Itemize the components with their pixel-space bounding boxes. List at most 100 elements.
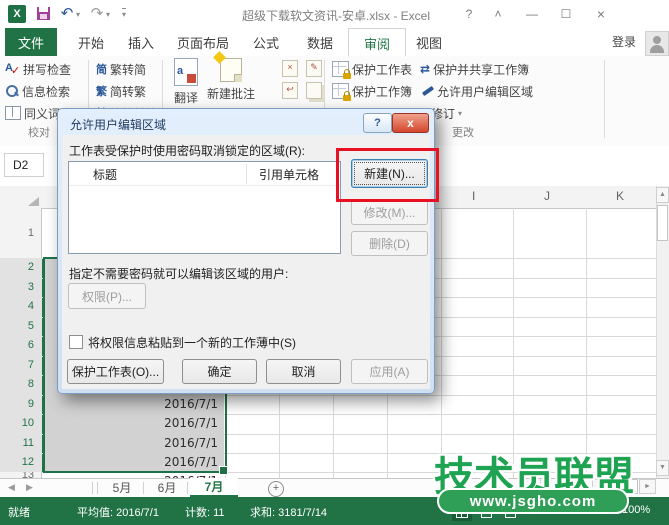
undo-dropdown-icon[interactable]: ▾ — [76, 10, 80, 19]
qat-customize-icon[interactable]: ▾ — [122, 8, 126, 19]
list-header-rule — [69, 185, 340, 186]
row-header-1[interactable]: 1 — [0, 208, 42, 258]
gridline — [513, 208, 514, 478]
translate-button[interactable]: a 翻译 — [166, 58, 206, 106]
list-col-title: 标题 — [93, 166, 117, 183]
gridline — [586, 208, 587, 478]
list-column-divider — [246, 164, 247, 184]
redo-icon[interactable]: ↷ — [88, 5, 106, 23]
redo-dropdown-icon[interactable]: ▾ — [106, 10, 110, 19]
help-icon[interactable]: ? — [458, 6, 480, 22]
book-icon — [5, 106, 21, 120]
scroll-right-icon[interactable]: ► — [639, 479, 656, 494]
tab-7[interactable]: 视图 — [408, 28, 450, 56]
row-header-12[interactable]: 12 — [0, 453, 43, 472]
protect-share-workbook-button[interactable]: ⇄ 保护并共享工作簿 — [420, 60, 529, 78]
excel-logo-icon: X — [8, 5, 26, 23]
row-header-9[interactable]: 9 — [0, 395, 43, 414]
protect-sheet-dialog-button[interactable]: 保护工作表(O)... — [67, 359, 164, 384]
minimize-icon[interactable]: — — [521, 6, 543, 22]
modify-range-button[interactable]: 修改(M)... — [351, 200, 428, 225]
sheet-tab-3-active[interactable]: 7月 — [190, 478, 238, 497]
dialog-help-icon[interactable]: ? — [363, 113, 392, 133]
permissions-button[interactable]: 权限(P)... — [68, 283, 146, 309]
ranges-list[interactable]: 标题 引用单元格 — [68, 161, 341, 254]
vertical-scroll-thumb[interactable] — [657, 205, 668, 241]
select-all-corner[interactable] — [28, 197, 39, 206]
allow-edit-ranges-button[interactable]: 允许用户编辑区域 — [420, 82, 533, 100]
sheet-tab-1[interactable]: 5月 — [100, 478, 144, 497]
title-bar: X ↶ ▾ ↷ ▾ ▾ 超级下载软文资讯-安卓.xlsx - Excel ? ˄… — [0, 0, 669, 28]
tab-3[interactable]: 页面布局 — [170, 28, 236, 56]
delete-range-button[interactable]: 删除(D) — [351, 231, 428, 256]
row-header-3[interactable]: 3 — [0, 278, 43, 297]
protect-sheet-icon — [332, 61, 349, 77]
show-comments-icon[interactable] — [306, 82, 322, 99]
scroll-up-icon[interactable]: ▲ — [656, 187, 669, 203]
row-header-10[interactable]: 10 — [0, 414, 43, 434]
fill-handle[interactable] — [219, 466, 228, 475]
tab-separator — [97, 482, 98, 494]
previous-comment-icon[interactable]: ↩ — [282, 82, 298, 99]
cancel-button[interactable]: 取消 — [266, 359, 341, 384]
spelling-icon: A✓ — [5, 62, 20, 76]
annotation-highlight-box — [336, 148, 439, 202]
close-icon[interactable]: × — [590, 6, 612, 22]
share-workbook-icon: ⇄ — [420, 62, 430, 76]
row-header-11[interactable]: 11 — [0, 434, 43, 453]
row-header-7[interactable]: 7 — [0, 356, 43, 375]
dialog-title: 允许用户编辑区域 — [70, 116, 166, 133]
ribbon-options-icon[interactable]: ˄ — [487, 6, 509, 22]
checkbox-label: 将权限信息粘贴到一个新的工作薄中(S) — [88, 334, 296, 351]
column-header-K[interactable]: K — [616, 189, 624, 203]
maximize-icon[interactable]: ☐ — [555, 6, 577, 22]
sign-in-link[interactable]: 登录 — [612, 33, 636, 50]
search-icon — [5, 84, 19, 98]
row-header-5[interactable]: 5 — [0, 317, 43, 336]
spelling-check-button[interactable]: A✓ 拼写检查 — [5, 60, 71, 78]
protect-workbook-button[interactable]: 保护工作簿 — [332, 82, 412, 100]
research-button[interactable]: 信息检索 — [5, 82, 70, 100]
tab-6-active[interactable]: 审阅 — [348, 28, 406, 57]
scroll-down-icon[interactable]: ▼ — [656, 460, 669, 476]
tab-2[interactable]: 插入 — [120, 28, 162, 56]
trad-to-simp-button[interactable]: 简 繁转简 — [96, 60, 146, 78]
add-sheet-icon[interactable]: + — [268, 481, 284, 497]
delete-comment-icon[interactable]: × — [282, 60, 298, 77]
paste-permissions-checkbox[interactable] — [69, 335, 83, 349]
excel-window: X ↶ ▾ ↷ ▾ ▾ 超级下载软文资讯-安卓.xlsx - Excel ? ˄… — [0, 0, 669, 525]
group-divider — [604, 60, 605, 138]
tab-5[interactable]: 数据 — [299, 28, 341, 56]
translate-icon: a — [174, 58, 198, 86]
simp-to-trad-button[interactable]: 繁 简转繁 — [96, 82, 146, 100]
sheet-next-icon[interactable]: ▶ — [26, 482, 33, 493]
ok-button[interactable]: 确定 — [182, 359, 257, 384]
sheet-tab-2[interactable]: 6月 — [146, 478, 188, 497]
name-box[interactable]: D2 — [4, 153, 44, 177]
dialog-close-icon[interactable]: x — [392, 113, 429, 133]
row-header-6[interactable]: 6 — [0, 336, 43, 356]
undo-icon[interactable]: ↶ — [58, 5, 76, 23]
avatar[interactable] — [645, 31, 669, 56]
tab-1[interactable]: 开始 — [70, 28, 112, 56]
edit-comment-icon[interactable]: ✎ — [306, 60, 322, 77]
apply-button[interactable]: 应用(A) — [351, 359, 428, 384]
traditional-icon: 繁 — [96, 83, 107, 99]
save-icon[interactable] — [34, 5, 52, 23]
proofing-group-label: 校对 — [28, 124, 50, 140]
simplified-icon: 简 — [96, 61, 107, 77]
new-comment-button[interactable]: 新建批注 — [204, 58, 258, 102]
column-header-J[interactable]: J — [544, 189, 550, 203]
chevron-down-icon: ▾ — [458, 109, 462, 118]
tab-file[interactable]: 文件 — [5, 28, 57, 56]
row-header-4[interactable]: 4 — [0, 297, 43, 317]
sheet-prev-icon[interactable]: ◀ — [8, 482, 15, 493]
tab-separator — [187, 482, 188, 494]
ranges-label: 工作表受保护时使用密码取消锁定的区域(R): — [69, 142, 305, 159]
row-header-8[interactable]: 8 — [0, 375, 43, 395]
tab-4[interactable]: 公式 — [245, 28, 287, 56]
ribbon-tab-row: 文件 开始插入页面布局公式数据审阅视图 登录 — [0, 28, 669, 56]
protect-sheet-button[interactable]: 保护工作表 — [332, 60, 412, 78]
row-header-2[interactable]: 2 — [0, 258, 43, 278]
column-header-I[interactable]: I — [472, 189, 475, 203]
